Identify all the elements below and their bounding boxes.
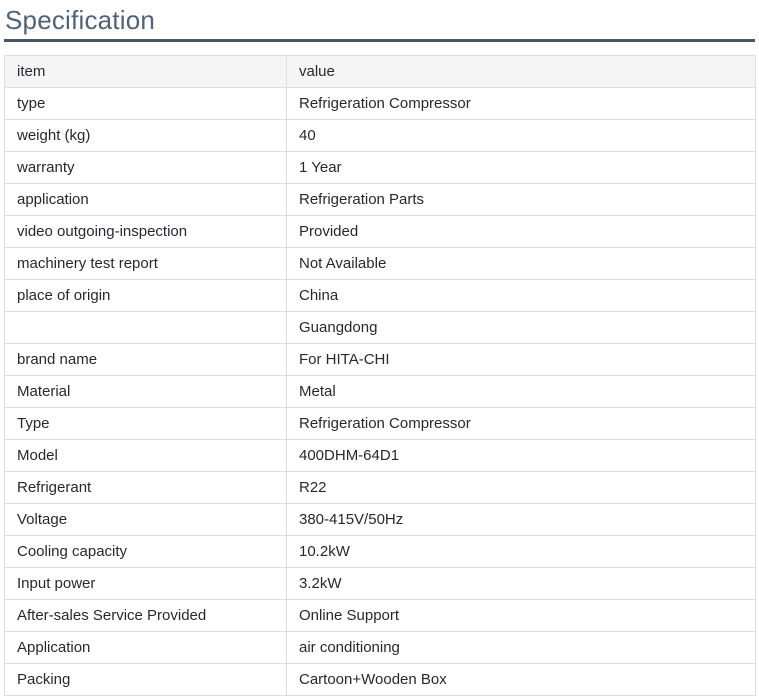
value-cell: R22 [286, 471, 756, 504]
item-cell: Refrigerant [4, 471, 287, 504]
header-cell-item: item [4, 55, 287, 88]
value-cell: Not Available [286, 247, 756, 280]
spec-table-body: type Refrigeration Compressor weight (kg… [4, 87, 756, 696]
table-row: Material Metal [4, 375, 756, 408]
value-cell: 40 [286, 119, 756, 152]
value-cell: 1 Year [286, 151, 756, 184]
item-cell [4, 311, 287, 344]
table-row: Type Refrigeration Compressor [4, 407, 756, 440]
value-cell: 3.2kW [286, 567, 756, 600]
item-cell: Application [4, 631, 287, 664]
table-row: brand name For HITA-CHI [4, 343, 756, 376]
item-cell: place of origin [4, 279, 287, 312]
item-cell: Voltage [4, 503, 287, 536]
table-row: Refrigerant R22 [4, 471, 756, 504]
value-cell: Refrigeration Parts [286, 183, 756, 216]
page-title: Specification [4, 3, 755, 42]
table-row: Cooling capacity 10.2kW [4, 535, 756, 568]
value-cell: 380-415V/50Hz [286, 503, 756, 536]
specification-page: Specification item value type Refrigerat… [0, 0, 759, 698]
table-row: Application air conditioning [4, 631, 756, 664]
table-row: After-sales Service Provided Online Supp… [4, 599, 756, 632]
table-row: video outgoing-inspection Provided [4, 215, 756, 248]
value-cell: Guangdong [286, 311, 756, 344]
table-row: Model 400DHM-64D1 [4, 439, 756, 472]
value-cell: Refrigeration Compressor [286, 407, 756, 440]
item-cell: warranty [4, 151, 287, 184]
item-cell: Cooling capacity [4, 535, 287, 568]
item-cell: application [4, 183, 287, 216]
value-cell: Metal [286, 375, 756, 408]
table-row: weight (kg) 40 [4, 119, 756, 152]
item-cell: After-sales Service Provided [4, 599, 287, 632]
value-cell: air conditioning [286, 631, 756, 664]
table-header-row: item value [4, 55, 756, 88]
table-row: Packing Cartoon+Wooden Box [4, 663, 756, 696]
item-cell: Material [4, 375, 287, 408]
value-cell: Cartoon+Wooden Box [286, 663, 756, 696]
item-cell: Packing [4, 663, 287, 696]
table-row: machinery test report Not Available [4, 247, 756, 280]
item-cell: video outgoing-inspection [4, 215, 287, 248]
item-cell: machinery test report [4, 247, 287, 280]
item-cell: weight (kg) [4, 119, 287, 152]
table-row: application Refrigeration Parts [4, 183, 756, 216]
table-row: warranty 1 Year [4, 151, 756, 184]
item-cell: Input power [4, 567, 287, 600]
item-cell: Type [4, 407, 287, 440]
value-cell: Online Support [286, 599, 756, 632]
item-cell: brand name [4, 343, 287, 376]
value-cell: For HITA-CHI [286, 343, 756, 376]
value-cell: Provided [286, 215, 756, 248]
spec-table: item value type Refrigeration Compressor… [4, 55, 756, 696]
header-cell-value: value [286, 55, 756, 88]
table-row: place of origin China [4, 279, 756, 312]
item-cell: type [4, 87, 287, 120]
value-cell: China [286, 279, 756, 312]
value-cell: 10.2kW [286, 535, 756, 568]
table-row: Input power 3.2kW [4, 567, 756, 600]
value-cell: 400DHM-64D1 [286, 439, 756, 472]
table-row: Guangdong [4, 311, 756, 344]
item-cell: Model [4, 439, 287, 472]
table-row: Voltage 380-415V/50Hz [4, 503, 756, 536]
table-row: type Refrigeration Compressor [4, 87, 756, 120]
value-cell: Refrigeration Compressor [286, 87, 756, 120]
